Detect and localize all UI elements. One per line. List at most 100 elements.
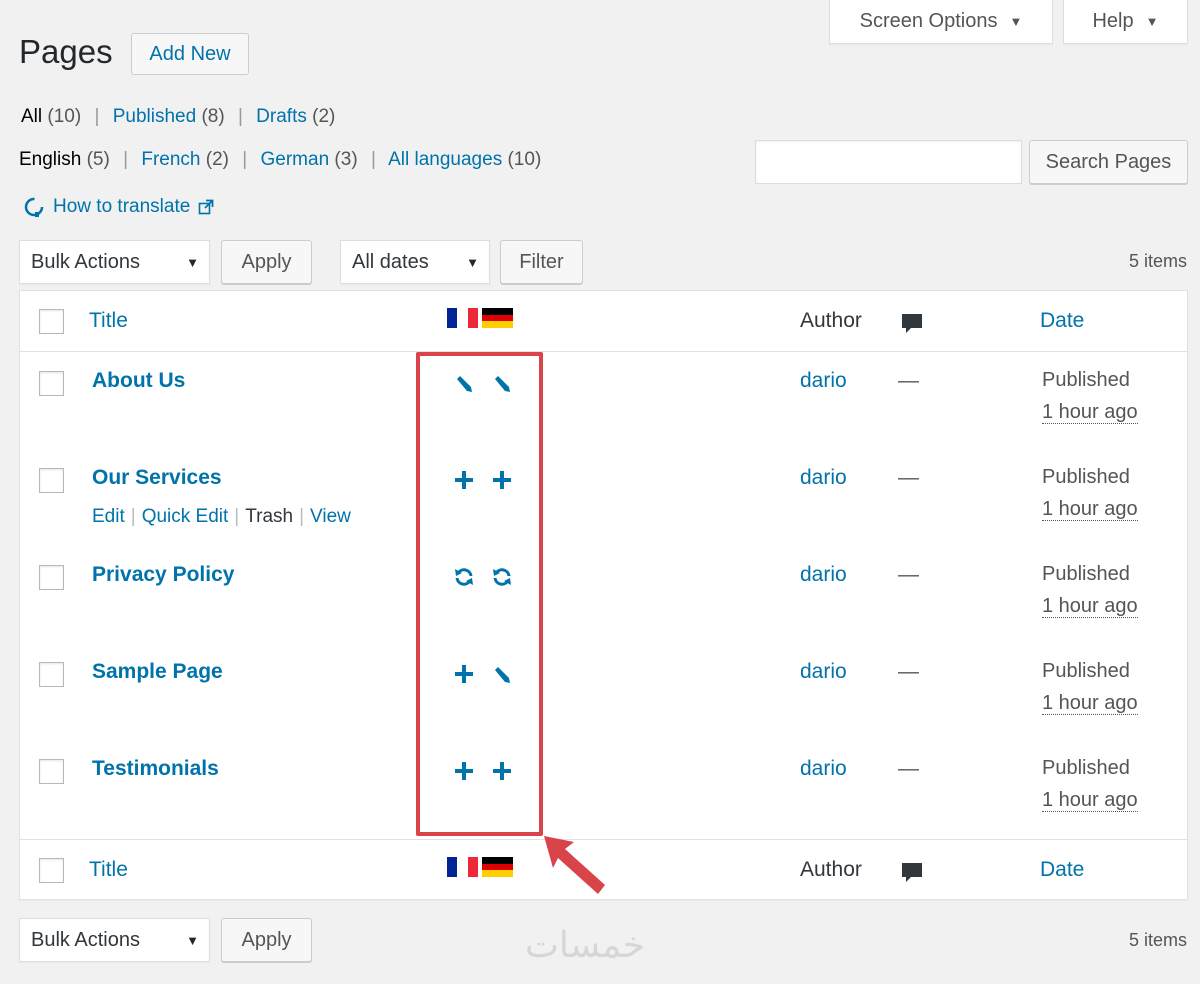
language-flags: [447, 308, 513, 329]
apply-button[interactable]: Apply: [221, 240, 312, 284]
table-row: Our Services Edit | Quick Edit | Trash | View …: [20, 450, 1187, 547]
row-time: 1 hour ago: [1042, 789, 1138, 812]
lang-english-count: (5): [86, 149, 110, 170]
separator: |: [234, 506, 240, 527]
filter-published[interactable]: Published: [113, 106, 196, 127]
column-date[interactable]: Date: [1040, 858, 1084, 882]
table-header: Title Author Date: [20, 291, 1187, 352]
help-label: Help: [1092, 10, 1134, 32]
table-row: Sample Page dario — Published 1 hour ago: [20, 644, 1187, 741]
page-title: Pages: [19, 33, 113, 70]
trash-link[interactable]: Trash: [245, 506, 293, 527]
row-author[interactable]: dario: [800, 369, 847, 393]
row-checkbox[interactable]: [39, 759, 64, 784]
help-circle-icon: [24, 197, 44, 217]
table-row: Testimonials dario — Published 1 hour ag…: [20, 741, 1187, 838]
row-comments: —: [898, 563, 919, 586]
screen-options-label: Screen Options: [859, 10, 998, 32]
comment-icon[interactable]: [900, 311, 924, 335]
row-checkbox[interactable]: [39, 468, 64, 493]
table-row: About Us dario — Published 1 hour ago: [20, 353, 1187, 450]
pages-table: Title Author Date About Us dario — Publi…: [19, 290, 1188, 900]
separator: |: [299, 506, 305, 527]
how-to-translate-link[interactable]: How to translate: [23, 196, 214, 218]
row-status: Published: [1042, 369, 1130, 391]
view-link[interactable]: View: [310, 506, 351, 527]
row-checkbox[interactable]: [39, 371, 64, 396]
row-author[interactable]: dario: [800, 563, 847, 587]
row-checkbox[interactable]: [39, 662, 64, 687]
french-flag-icon: [447, 857, 478, 877]
items-count-bottom: 5 items: [1128, 930, 1187, 950]
select-all-checkbox[interactable]: [39, 858, 64, 883]
row-time: 1 hour ago: [1042, 401, 1138, 424]
select-all-checkbox[interactable]: [39, 309, 64, 334]
separator: |: [370, 149, 376, 170]
lang-german[interactable]: German: [261, 149, 330, 170]
filter-button[interactable]: Filter: [500, 240, 583, 284]
row-title-link[interactable]: About Us: [92, 369, 185, 393]
column-author: Author: [800, 858, 862, 881]
bulk-actions-select-bottom[interactable]: Bulk Actions ▼: [19, 918, 210, 962]
column-author: Author: [800, 309, 862, 332]
external-link-icon: [198, 199, 214, 215]
how-to-translate-label: How to translate: [53, 196, 191, 217]
german-flag-icon: [482, 857, 513, 878]
add-new-button[interactable]: Add New: [131, 33, 249, 75]
column-title[interactable]: Title: [89, 858, 128, 882]
lang-all[interactable]: All languages: [388, 149, 502, 170]
items-count: 5 items: [1128, 251, 1187, 271]
separator: |: [123, 149, 129, 170]
edit-link[interactable]: Edit: [92, 506, 125, 527]
help-tab[interactable]: Help ▼: [1063, 0, 1188, 44]
lang-german-count: (3): [334, 149, 358, 170]
row-comments: —: [898, 466, 919, 489]
filter-all-count: (10): [47, 106, 82, 127]
separator: |: [130, 506, 136, 527]
apply-button-bottom[interactable]: Apply: [221, 918, 312, 962]
row-author[interactable]: dario: [800, 757, 847, 781]
separator: |: [242, 149, 248, 170]
row-status: Published: [1042, 757, 1130, 779]
column-title[interactable]: Title: [89, 309, 128, 333]
dates-select[interactable]: All dates ▼: [340, 240, 490, 284]
lang-english[interactable]: English: [19, 149, 81, 170]
row-author[interactable]: dario: [800, 466, 847, 490]
separator: |: [94, 106, 100, 127]
row-title-link[interactable]: Testimonials: [92, 757, 219, 781]
quick-edit-link[interactable]: Quick Edit: [142, 506, 229, 527]
lang-all-count: (10): [507, 149, 542, 170]
bulk-actions-value: Bulk Actions: [31, 250, 140, 273]
row-status: Published: [1042, 660, 1130, 682]
table-row: Privacy Policy dario — Published 1 hour …: [20, 547, 1187, 644]
language-filters: English (5) | French (2) | German (3) | …: [19, 149, 541, 171]
row-title-link[interactable]: Sample Page: [92, 660, 223, 684]
row-time: 1 hour ago: [1042, 498, 1138, 521]
bulk-actions-select[interactable]: Bulk Actions ▼: [19, 240, 210, 284]
lang-french-count: (2): [205, 149, 229, 170]
dropdown-arrow-icon: ▼: [466, 254, 479, 270]
column-date[interactable]: Date: [1040, 309, 1084, 333]
row-time: 1 hour ago: [1042, 595, 1138, 618]
row-comments: —: [898, 660, 919, 683]
row-time: 1 hour ago: [1042, 692, 1138, 715]
watermark: خمسات: [525, 925, 646, 966]
lang-french[interactable]: French: [141, 149, 200, 170]
row-status: Published: [1042, 563, 1130, 585]
row-title-link[interactable]: Our Services: [92, 466, 222, 490]
annotation-arrow-icon: [544, 836, 605, 894]
row-checkbox[interactable]: [39, 565, 64, 590]
row-comments: —: [898, 757, 919, 780]
dates-value: All dates: [352, 250, 429, 273]
screen-options-tab[interactable]: Screen Options ▼: [829, 0, 1053, 44]
search-pages-button[interactable]: Search Pages: [1029, 140, 1188, 184]
caret-down-icon: ▼: [1009, 14, 1023, 29]
row-title-link[interactable]: Privacy Policy: [92, 563, 234, 587]
filter-published-count: (8): [201, 106, 225, 127]
row-author[interactable]: dario: [800, 660, 847, 684]
filter-all[interactable]: All: [21, 106, 42, 127]
search-input[interactable]: [755, 140, 1022, 184]
status-filters: All (10) | Published (8) | Drafts (2): [21, 106, 335, 128]
comment-icon[interactable]: [900, 860, 924, 884]
filter-drafts[interactable]: Drafts: [256, 106, 307, 127]
